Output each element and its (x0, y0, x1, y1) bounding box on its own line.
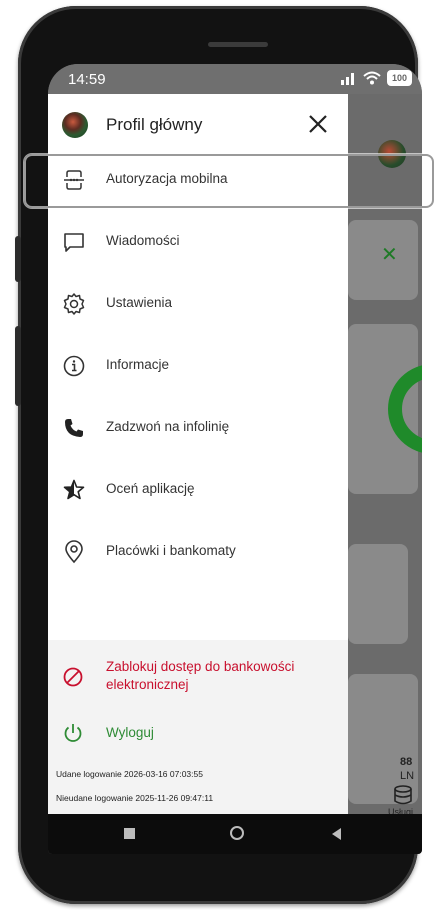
android-nav-bar (48, 814, 422, 854)
menu-item-information[interactable]: Informacje (48, 344, 348, 388)
drawer-footer: Zablokuj dostęp do bankowości elektronic… (48, 640, 348, 814)
back-button[interactable] (330, 827, 342, 841)
menu-item-label: Informacje (106, 357, 170, 372)
menu-item-call-helpline[interactable]: Zadzwoń na infolinię (48, 406, 348, 450)
recent-apps-button[interactable] (124, 828, 135, 839)
background-amount: 88 (400, 756, 413, 768)
last-login-success: Udane logowanie 2026-03-16 07:03:55 (56, 769, 203, 779)
drawer-header: Profil główny (48, 94, 348, 158)
status-bar: 14:59 100 (48, 64, 422, 94)
profile-avatar[interactable] (62, 112, 88, 138)
block-access-button[interactable]: Zablokuj dostęp do bankowości elektronic… (48, 658, 348, 706)
location-icon (65, 540, 83, 564)
star-icon (63, 479, 85, 500)
menu-item-label: Placówki i bankomaty (106, 543, 236, 558)
menu-item-label: Zadzwoń na infolinię (106, 419, 230, 434)
background-card (348, 544, 408, 644)
highlight-box (24, 154, 434, 208)
status-time: 14:59 (68, 71, 106, 88)
background-currency: LN (400, 770, 415, 782)
menu-item-label: Wiadomości (106, 233, 180, 248)
services-icon[interactable] (392, 784, 414, 806)
info-icon (63, 355, 85, 377)
block-icon (63, 667, 83, 687)
wifi-icon (363, 71, 381, 85)
last-login-failed: Nieudane logowanie 2025-11-26 09:47:11 (56, 793, 214, 803)
logout-label: Wyloguj (106, 725, 154, 740)
close-drawer-button[interactable] (300, 106, 336, 142)
menu-item-rate-app[interactable]: Oceń aplikację (48, 468, 348, 512)
block-access-label: Zablokuj dostęp do bankowości elektronic… (106, 659, 295, 692)
menu-item-label: Oceń aplikację (106, 481, 195, 496)
menu-item-branches-atms[interactable]: Placówki i bankomaty (48, 530, 348, 574)
menu-item-settings[interactable]: Ustawienia (48, 282, 348, 326)
side-button (15, 326, 21, 406)
menu-item-label: Ustawienia (106, 295, 173, 310)
signal-icon (340, 73, 354, 85)
gear-icon (63, 293, 85, 315)
close-icon (309, 115, 327, 133)
profile-title[interactable]: Profil główny (106, 115, 202, 135)
power-icon (64, 724, 82, 742)
phone-icon (65, 419, 83, 437)
battery-icon: 100 (386, 70, 412, 86)
speaker-grill (208, 42, 268, 47)
close-icon: ✕ (381, 244, 398, 266)
message-icon (64, 233, 84, 252)
volume-button (15, 236, 21, 282)
home-button[interactable] (230, 826, 244, 840)
menu-item-messages[interactable]: Wiadomości (48, 220, 348, 264)
logout-button[interactable]: Wyloguj (48, 718, 348, 748)
